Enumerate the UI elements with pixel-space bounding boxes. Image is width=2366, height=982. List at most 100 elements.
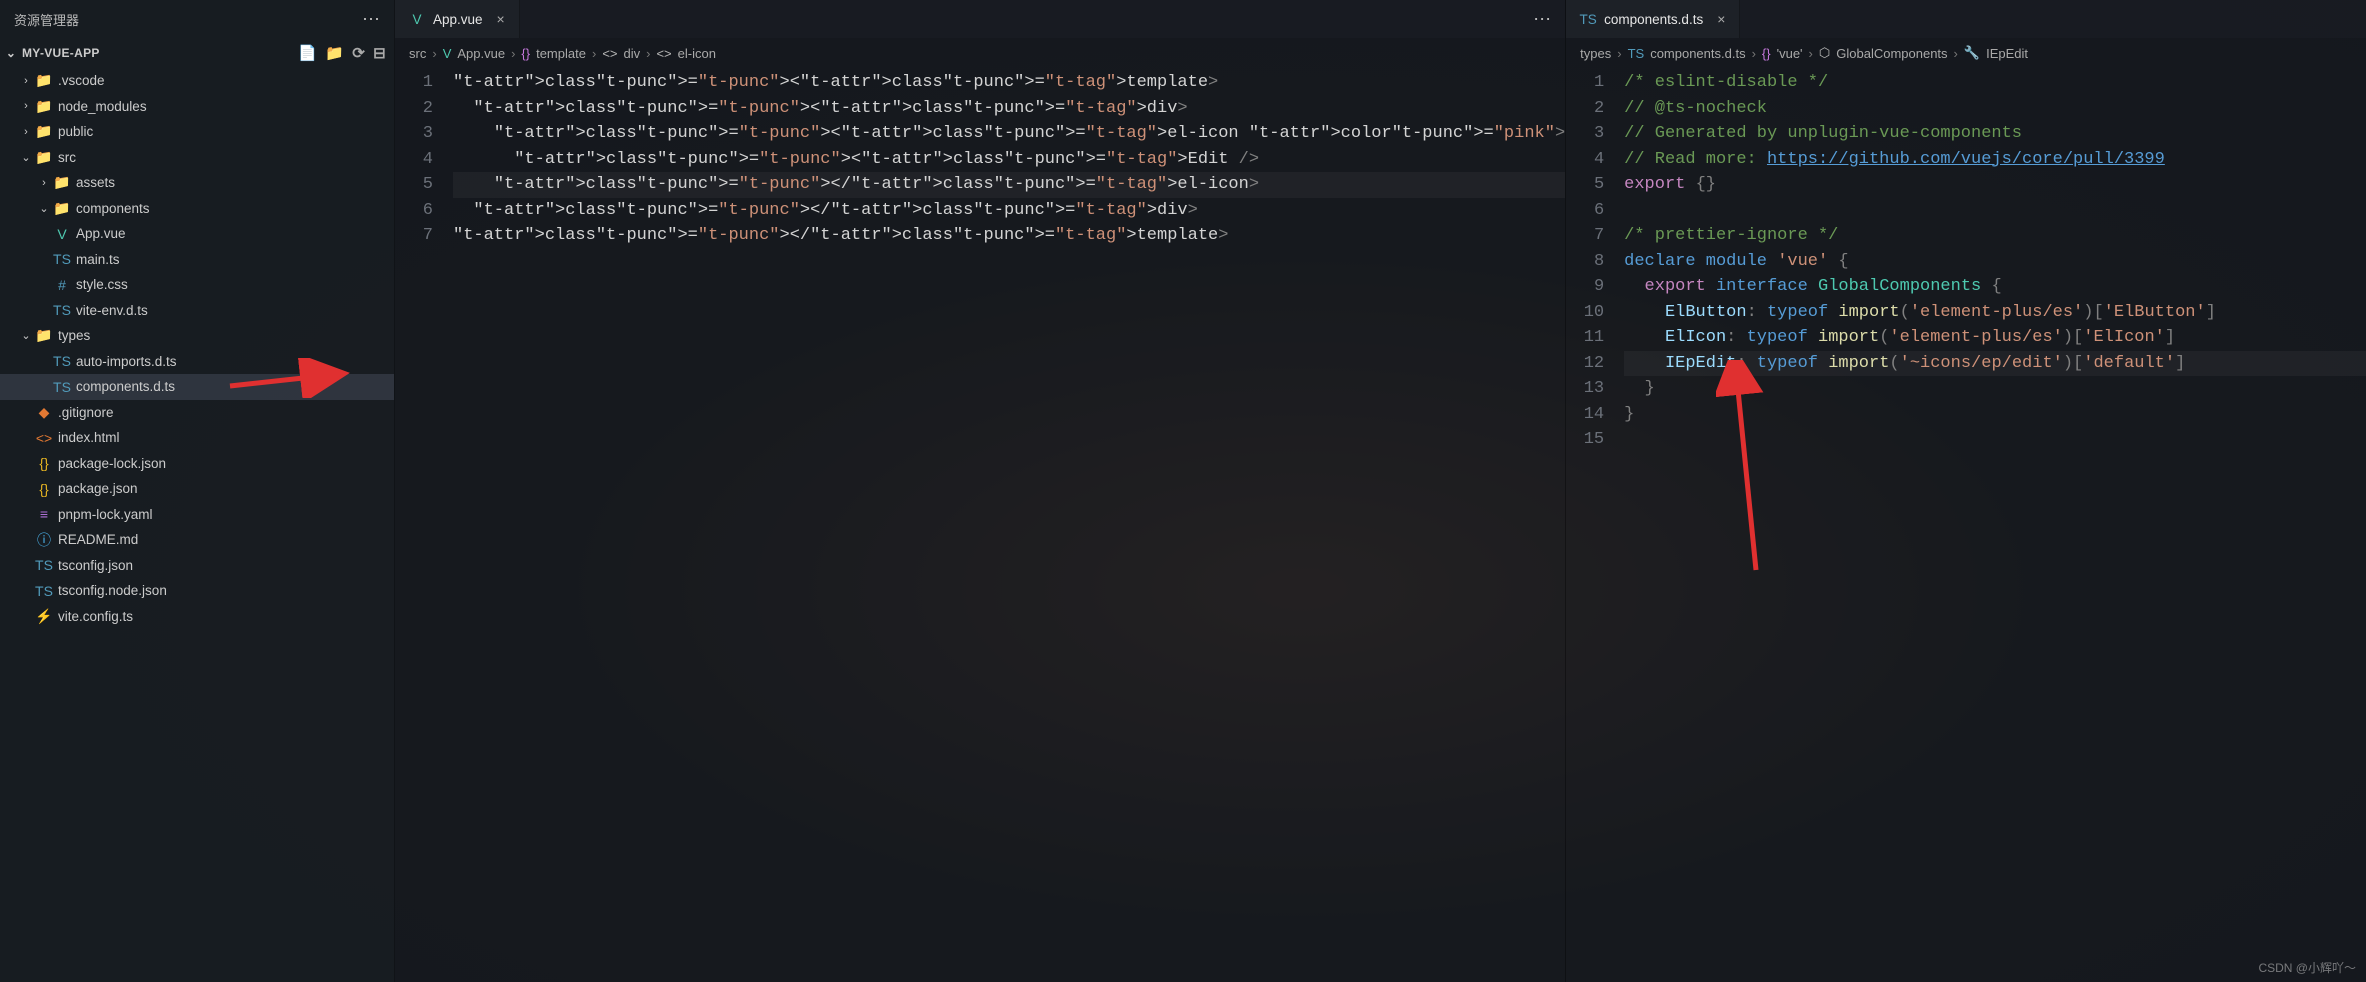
tree-folder[interactable]: ⌄📁src — [0, 145, 394, 171]
tree-folder[interactable]: ⌄📁types — [0, 323, 394, 349]
symbol-icon: <> — [602, 46, 617, 61]
crumb[interactable]: IEpEdit — [1986, 46, 2028, 61]
folder-blue-icon: 📁 — [34, 72, 54, 89]
tree-item-label: public — [58, 124, 93, 139]
tree-folder[interactable]: ›📁 .vscode — [0, 68, 394, 94]
tree-file[interactable]: TS main.ts — [0, 247, 394, 273]
tree-item-label: style.css — [76, 277, 128, 292]
collapse-all-icon[interactable]: ⊟ — [373, 44, 386, 62]
ts-icon: TS — [52, 251, 72, 267]
tree-item-label: components.d.ts — [76, 379, 175, 394]
breadcrumb-right[interactable]: types› TS components.d.ts› {} 'vue'› ⬡ G… — [1566, 38, 2366, 68]
editor-more-icon[interactable]: ⋯ — [1519, 9, 1565, 30]
tree-item-label: .vscode — [58, 73, 105, 88]
project-name: MY-VUE-APP — [22, 46, 100, 60]
json-icon: {} — [34, 455, 54, 471]
folder-green-icon: 📁 — [34, 98, 54, 115]
crumb[interactable]: components.d.ts — [1650, 46, 1745, 61]
tree-file[interactable]: V App.vue — [0, 221, 394, 247]
crumb[interactable]: src — [409, 46, 426, 61]
tab-bar-right: TS components.d.ts × — [1566, 0, 2366, 38]
tree-folder[interactable]: ⌄📁components — [0, 196, 394, 222]
chevron-right-icon[interactable]: › — [18, 126, 34, 138]
vite-icon: ⚡ — [34, 608, 54, 625]
tree-file[interactable]: # style.css — [0, 272, 394, 298]
explorer-more-icon[interactable]: ⋯ — [362, 9, 380, 30]
tree-item-label: tsconfig.json — [58, 558, 133, 573]
tree-item-label: node_modules — [58, 99, 147, 114]
crumb[interactable]: 'vue' — [1777, 46, 1803, 61]
git-icon: ◆ — [34, 404, 54, 421]
vue-icon: V — [409, 12, 425, 27]
tree-file[interactable]: ◆ .gitignore — [0, 400, 394, 426]
breadcrumb-left[interactable]: src› V App.vue› {} template› <> div› <> … — [395, 38, 1565, 68]
tab-bar-left: V App.vue × ⋯ — [395, 0, 1565, 38]
tree-file[interactable]: <>index.html — [0, 425, 394, 451]
ts-icon: TS — [1628, 46, 1645, 61]
tree-item-label: App.vue — [76, 226, 126, 241]
chevron-down-icon: ⌄ — [4, 46, 18, 60]
explorer-header: 资源管理器 ⋯ — [0, 0, 394, 38]
refresh-icon[interactable]: ⟳ — [352, 44, 365, 62]
tree-item-label: assets — [76, 175, 115, 190]
json-icon: {} — [34, 481, 54, 497]
chevron-down-icon[interactable]: ⌄ — [36, 202, 52, 215]
vue-icon: V — [52, 226, 72, 242]
crumb[interactable]: el-icon — [678, 46, 716, 61]
chevron-right-icon[interactable]: › — [36, 177, 52, 189]
crumb[interactable]: div — [624, 46, 641, 61]
vue-icon: V — [443, 46, 452, 61]
tree-folder[interactable]: ›📁 assets — [0, 170, 394, 196]
close-icon[interactable]: × — [1717, 11, 1725, 27]
explorer-panel: 资源管理器 ⋯ ⌄ MY-VUE-APP 📄 📁 ⟳ ⊟ ›📁.vscode›📁… — [0, 0, 395, 982]
tree-item-label: auto-imports.d.ts — [76, 354, 177, 369]
chevron-down-icon[interactable]: ⌄ — [18, 329, 34, 342]
folder-orange-icon: 📁 — [52, 174, 72, 191]
crumb[interactable]: template — [536, 46, 586, 61]
ts-icon: TS — [52, 379, 72, 395]
crumb[interactable]: App.vue — [457, 46, 505, 61]
braces-icon: {} — [521, 46, 530, 61]
tree-file[interactable]: TStsconfig.node.json — [0, 578, 394, 604]
tree-file[interactable]: {}package.json — [0, 476, 394, 502]
tree-file[interactable]: ⚡ vite.config.ts — [0, 604, 394, 630]
tree-file[interactable]: TSvite-env.d.ts — [0, 298, 394, 324]
watermark: CSDN @小辉吖～ — [2258, 959, 2356, 976]
chevron-down-icon[interactable]: ⌄ — [18, 151, 34, 164]
ts-icon: TS — [1580, 12, 1596, 27]
new-folder-icon[interactable]: 📁 — [325, 44, 344, 62]
tree-folder[interactable]: ›📁public — [0, 119, 394, 145]
tree-item-label: .gitignore — [58, 405, 114, 420]
info-icon: ⓘ — [34, 530, 54, 550]
close-icon[interactable]: × — [497, 11, 505, 27]
crumb[interactable]: types — [1580, 46, 1611, 61]
tree-item-label: main.ts — [76, 252, 120, 267]
tree-file[interactable]: TSauto-imports.d.ts — [0, 349, 394, 375]
symbol-icon: ⬡ — [1819, 45, 1830, 61]
tree-item-label: types — [58, 328, 90, 343]
editor-group-right: TS components.d.ts × types› TS component… — [1566, 0, 2366, 982]
tree-item-label: vite.config.ts — [58, 609, 133, 624]
tree-item-label: vite-env.d.ts — [76, 303, 148, 318]
code-area-right[interactable]: 123456789101112131415 /* eslint-disable … — [1566, 68, 2366, 982]
css-icon: # — [52, 277, 72, 293]
tree-file[interactable]: ⓘ README.md — [0, 527, 394, 553]
tab-label: components.d.ts — [1604, 12, 1703, 27]
chevron-right-icon[interactable]: › — [18, 100, 34, 112]
explorer-title: 资源管理器 — [14, 10, 79, 29]
symbol-icon: <> — [656, 46, 671, 61]
tree-folder[interactable]: ›📁 node_modules — [0, 94, 394, 120]
tree-file[interactable]: {}package-lock.json — [0, 451, 394, 477]
tree-file[interactable]: TS components.d.ts — [0, 374, 394, 400]
tree-item-label: README.md — [58, 532, 138, 547]
tab-components-dts[interactable]: TS components.d.ts × — [1566, 0, 1740, 38]
html-icon: <> — [34, 430, 54, 446]
chevron-right-icon[interactable]: › — [18, 75, 34, 87]
tree-file[interactable]: TStsconfig.json — [0, 553, 394, 579]
tab-app-vue[interactable]: V App.vue × — [395, 0, 520, 38]
code-area-left[interactable]: 1234567 "t-attr">class"t-punc">="t-punc"… — [395, 68, 1565, 982]
new-file-icon[interactable]: 📄 — [298, 44, 317, 62]
project-header[interactable]: ⌄ MY-VUE-APP 📄 📁 ⟳ ⊟ — [0, 38, 394, 68]
tree-file[interactable]: ≡pnpm-lock.yaml — [0, 502, 394, 528]
crumb[interactable]: GlobalComponents — [1836, 46, 1947, 61]
